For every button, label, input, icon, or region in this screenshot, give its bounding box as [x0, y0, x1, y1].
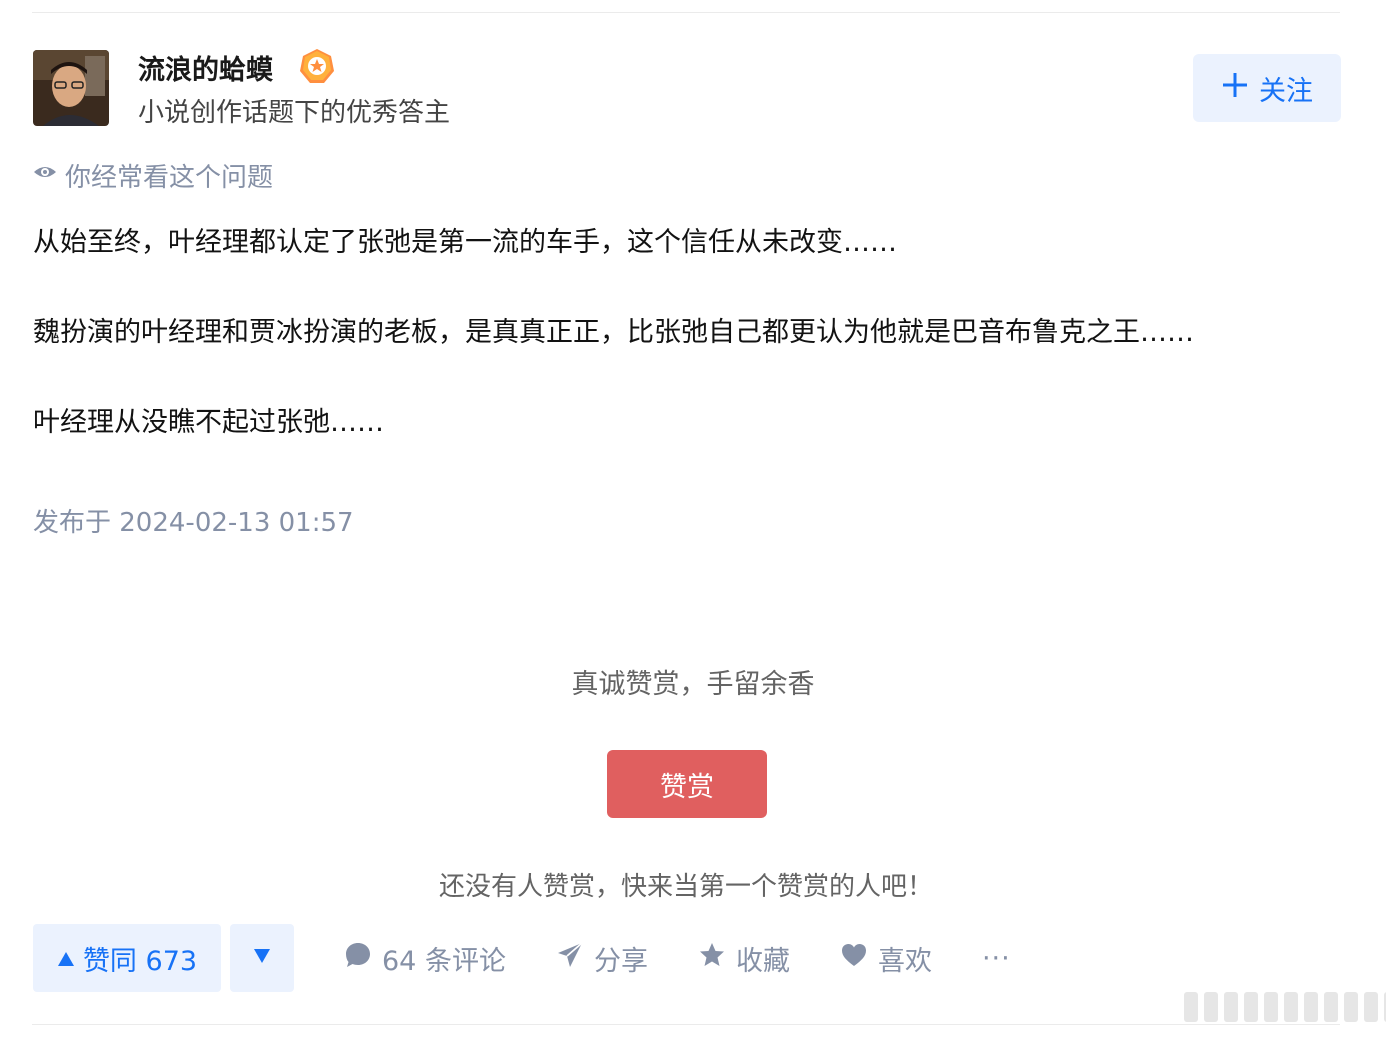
share-button[interactable]: 分享 — [556, 939, 648, 978]
follow-label: 关注 — [1259, 75, 1313, 107]
seen-hint-text: 你经常看这个问题 — [65, 163, 274, 193]
comments-button[interactable]: 64 条评论 — [344, 939, 506, 978]
content-paragraph: 叶经理从没瞧不起过张弛…… — [33, 407, 384, 438]
vote-down-button[interactable] — [230, 924, 294, 992]
action-bar: 赞同 673 64 条评论 分享 收藏 喜欢 ··· — [33, 924, 1011, 992]
favorite-button[interactable]: 收藏 — [698, 939, 790, 978]
vote-up-label: 赞同 673 — [82, 945, 198, 977]
favorite-label: 收藏 — [735, 945, 790, 977]
vote-up-button[interactable]: 赞同 673 — [33, 924, 221, 992]
avatar[interactable] — [33, 50, 109, 126]
content-paragraph: 魏扮演的叶经理和贾冰扮演的老板，是真真正正，比张弛自己都更认为他就是巴音布鲁克之… — [33, 317, 1194, 348]
verified-badge-icon — [298, 47, 336, 85]
author-headline: 小说创作话题下的优秀答主 — [138, 98, 451, 128]
bottom-divider — [32, 1024, 1340, 1025]
follow-button[interactable]: 关注 — [1193, 54, 1341, 122]
top-divider — [32, 12, 1340, 13]
seen-hint: 你经常看这个问题 — [33, 157, 273, 194]
author-name[interactable]: 流浪的蛤蟆 — [138, 48, 273, 87]
reward-slogan: 真诚赞赏，手留余香 — [571, 669, 815, 700]
reward-hint: 还没有人赞赏，快来当第一个赞赏的人吧！ — [438, 872, 933, 902]
publish-time[interactable]: 发布于 2024-02-13 01:57 — [33, 502, 354, 539]
more-icon[interactable]: ··· — [982, 943, 1011, 974]
plus-icon — [1221, 71, 1249, 106]
paper-plane-icon — [556, 941, 584, 976]
like-button[interactable]: 喜欢 — [840, 939, 932, 978]
watermark-bars — [1184, 992, 1386, 1022]
eye-icon — [33, 160, 57, 191]
comments-label: 64 条评论 — [382, 945, 506, 977]
comment-icon — [344, 941, 372, 976]
heart-icon — [840, 941, 868, 976]
content-paragraph: 从始至终，叶经理都认定了张弛是第一流的车手，这个信任从未改变…… — [33, 227, 897, 258]
share-label: 分享 — [593, 945, 648, 977]
like-label: 喜欢 — [877, 945, 932, 977]
triangle-up-icon — [57, 943, 75, 974]
star-icon — [698, 941, 726, 976]
reward-button[interactable]: 赞赏 — [607, 750, 767, 818]
triangle-down-icon — [253, 948, 271, 968]
